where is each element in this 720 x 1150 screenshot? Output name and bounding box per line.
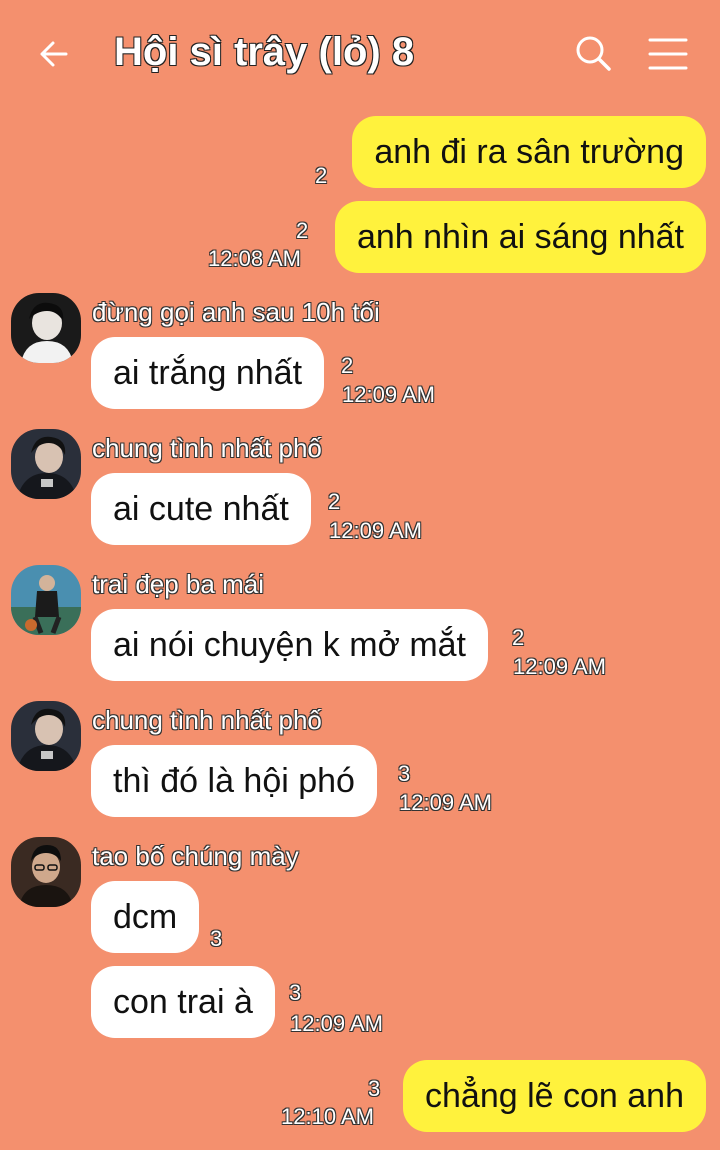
avatar[interactable]: [11, 701, 81, 771]
hamburger-menu-icon[interactable]: [648, 36, 688, 72]
message-time: 12:08 AM: [208, 246, 301, 271]
read-count: 2: [512, 625, 525, 650]
message-bubble-theirs[interactable]: con trai à: [91, 966, 275, 1038]
sender-name: chung tình nhất phố: [92, 705, 322, 735]
read-count: 3: [398, 761, 411, 786]
chat-header: Hội sì trây (lỏ) 8: [0, 0, 720, 112]
avatar[interactable]: [11, 565, 81, 635]
message-bubble-mine[interactable]: anh nhìn ai sáng nhất: [334, 201, 706, 273]
message-bubble-theirs[interactable]: ai trắng nhất: [91, 337, 325, 409]
avatar[interactable]: [11, 429, 81, 499]
avatar-image: [11, 429, 81, 499]
avatar[interactable]: [11, 837, 81, 907]
sender-name: đừng gọi anh sau 10h tối: [92, 297, 380, 327]
sender-name: trai đẹp ba mái: [92, 569, 264, 599]
message-time: 12:09 AM: [399, 790, 492, 815]
message-time: 12:10 AM: [281, 1104, 374, 1129]
read-count: 3: [210, 926, 223, 951]
avatar-image: [11, 565, 81, 635]
read-count: 2: [315, 163, 328, 188]
arrow-left-icon[interactable]: [36, 36, 72, 72]
message-bubble-theirs[interactable]: thì đó là hội phó: [91, 745, 377, 817]
message-time: 12:09 AM: [290, 1011, 383, 1036]
message-bubble-theirs[interactable]: ai cute nhất: [91, 473, 311, 545]
message-bubble-theirs[interactable]: dcm: [91, 881, 200, 953]
read-count: 3: [368, 1076, 381, 1101]
message-bubble-mine[interactable]: anh đi ra sân trường: [352, 116, 706, 188]
read-count: 2: [341, 353, 354, 378]
avatar-image: [11, 837, 81, 907]
read-count: 3: [289, 980, 302, 1005]
message-time: 12:09 AM: [329, 518, 422, 543]
read-count: 2: [296, 218, 309, 243]
avatar-image: [11, 701, 81, 771]
read-count: 2: [328, 489, 341, 514]
message-time: 12:09 AM: [513, 654, 606, 679]
message-bubble-mine[interactable]: chẳng lẽ con anh: [403, 1060, 706, 1132]
search-icon[interactable]: [574, 34, 612, 72]
message-bubble-theirs[interactable]: ai nói chuyện k mở mắt: [91, 609, 488, 681]
avatar-image: [11, 293, 81, 363]
sender-name: chung tình nhất phố: [92, 433, 322, 463]
message-time: 12:09 AM: [342, 382, 435, 407]
avatar[interactable]: [11, 293, 81, 363]
sender-name: tao bố chúng mày: [92, 841, 299, 871]
chat-title: Hội sì trây (lỏ) 8: [113, 29, 415, 74]
